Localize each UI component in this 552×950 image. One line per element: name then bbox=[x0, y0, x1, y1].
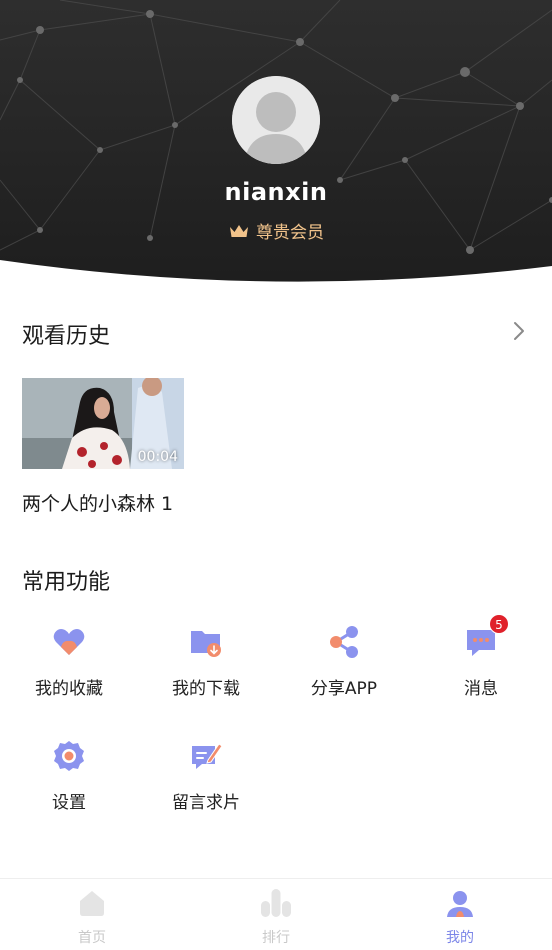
messages-label: 消息 bbox=[464, 679, 498, 699]
share-app-button[interactable]: 分享APP bbox=[275, 624, 413, 699]
video-title: 两个人的小森林 1 bbox=[22, 493, 174, 515]
tab-ranking-label: 排行 bbox=[262, 930, 290, 946]
member-label: 尊贵会员 bbox=[256, 223, 324, 243]
ranking-icon bbox=[260, 887, 292, 919]
share-app-label: 分享APP bbox=[310, 679, 378, 699]
feedback-icon bbox=[188, 738, 224, 774]
request-movie-button[interactable]: 留言求片 bbox=[137, 738, 275, 813]
settings-label: 设置 bbox=[52, 793, 86, 813]
favorites-label: 我的收藏 bbox=[35, 679, 103, 699]
crown-icon bbox=[230, 224, 248, 237]
share-icon bbox=[326, 624, 362, 660]
functions-title: 常用功能 bbox=[22, 570, 111, 595]
heart-icon bbox=[51, 624, 87, 660]
downloads-button[interactable]: 我的下载 bbox=[137, 624, 275, 699]
video-duration: 00:04 bbox=[137, 449, 178, 465]
tab-mine-label: 我的 bbox=[446, 930, 474, 946]
message-icon: 5 bbox=[463, 614, 509, 660]
favorites-button[interactable]: 我的收藏 bbox=[0, 624, 138, 699]
home-icon bbox=[76, 887, 108, 919]
download-folder-icon bbox=[188, 624, 224, 660]
tab-home-label: 首页 bbox=[78, 930, 106, 946]
downloads-label: 我的下载 bbox=[172, 679, 240, 699]
unread-badge: 5 bbox=[489, 614, 509, 634]
tab-ranking[interactable]: 排行 bbox=[216, 887, 336, 947]
settings-icon bbox=[51, 738, 87, 774]
user-icon bbox=[444, 887, 476, 919]
default-avatar-icon bbox=[232, 76, 320, 164]
tab-home[interactable]: 首页 bbox=[32, 887, 152, 947]
tab-mine[interactable]: 我的 bbox=[400, 887, 520, 947]
bottom-tab-bar: 首页 排行 我的 bbox=[0, 878, 552, 950]
messages-button[interactable]: 5 消息 bbox=[412, 614, 550, 699]
chevron-right-icon[interactable] bbox=[510, 320, 528, 342]
history-video-card[interactable]: 00:04 两个人的小森林 1 bbox=[22, 378, 184, 516]
settings-button[interactable]: 设置 bbox=[0, 738, 138, 813]
video-thumbnail[interactable]: 00:04 bbox=[22, 378, 184, 469]
username: nianxin bbox=[224, 178, 328, 206]
profile-header: nianxin 尊贵会员 bbox=[0, 0, 552, 290]
history-title: 观看历史 bbox=[22, 324, 111, 349]
member-status: 尊贵会员 bbox=[0, 218, 552, 243]
avatar[interactable] bbox=[232, 76, 320, 164]
request-movie-label: 留言求片 bbox=[172, 793, 240, 813]
